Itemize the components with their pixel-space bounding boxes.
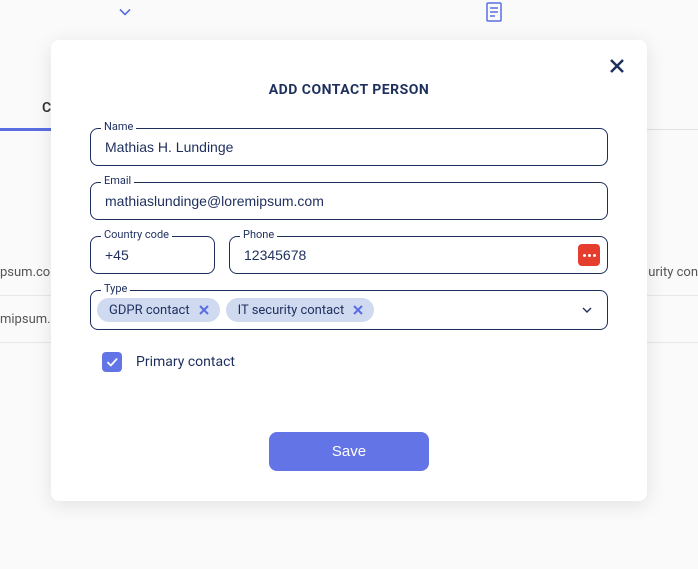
primary-contact-label: Primary contact [136,354,235,370]
type-label: Type [101,282,130,295]
email-label: Email [101,174,134,187]
modal-title: ADD CONTACT PERSON [76,82,622,98]
primary-contact-row: Primary contact [90,352,608,372]
type-tag: IT security contact [226,298,375,322]
password-manager-icon[interactable] [578,244,600,266]
country-code-label: Country code [101,228,172,241]
phone-label: Phone [240,228,277,241]
chevron-down-icon[interactable] [579,302,595,318]
primary-contact-checkbox[interactable] [102,352,122,372]
close-button[interactable] [605,54,629,78]
type-tag: GDPR contact [97,298,220,322]
tag-remove-icon[interactable] [196,302,212,318]
type-multiselect[interactable]: GDPR contact IT security contact [90,290,608,330]
modal-overlay: ADD CONTACT PERSON Name Email Country co… [0,0,698,569]
type-field-group: Type GDPR contact IT security contact [90,290,608,330]
email-input[interactable] [90,182,608,220]
add-contact-modal: ADD CONTACT PERSON Name Email Country co… [51,40,647,501]
name-input[interactable] [90,128,608,166]
country-code-input[interactable] [90,236,215,274]
phone-input[interactable] [229,236,608,274]
email-field-group: Email [90,182,608,220]
type-tag-label: IT security contact [238,303,345,318]
type-tag-label: GDPR contact [109,303,190,318]
name-label: Name [101,120,136,133]
contact-form: Name Email Country code Phone [76,128,622,471]
country-code-field-group: Country code [90,236,215,274]
phone-field-group: Phone [229,236,608,274]
save-button[interactable]: Save [269,432,429,471]
tag-remove-icon[interactable] [350,302,366,318]
name-field-group: Name [90,128,608,166]
